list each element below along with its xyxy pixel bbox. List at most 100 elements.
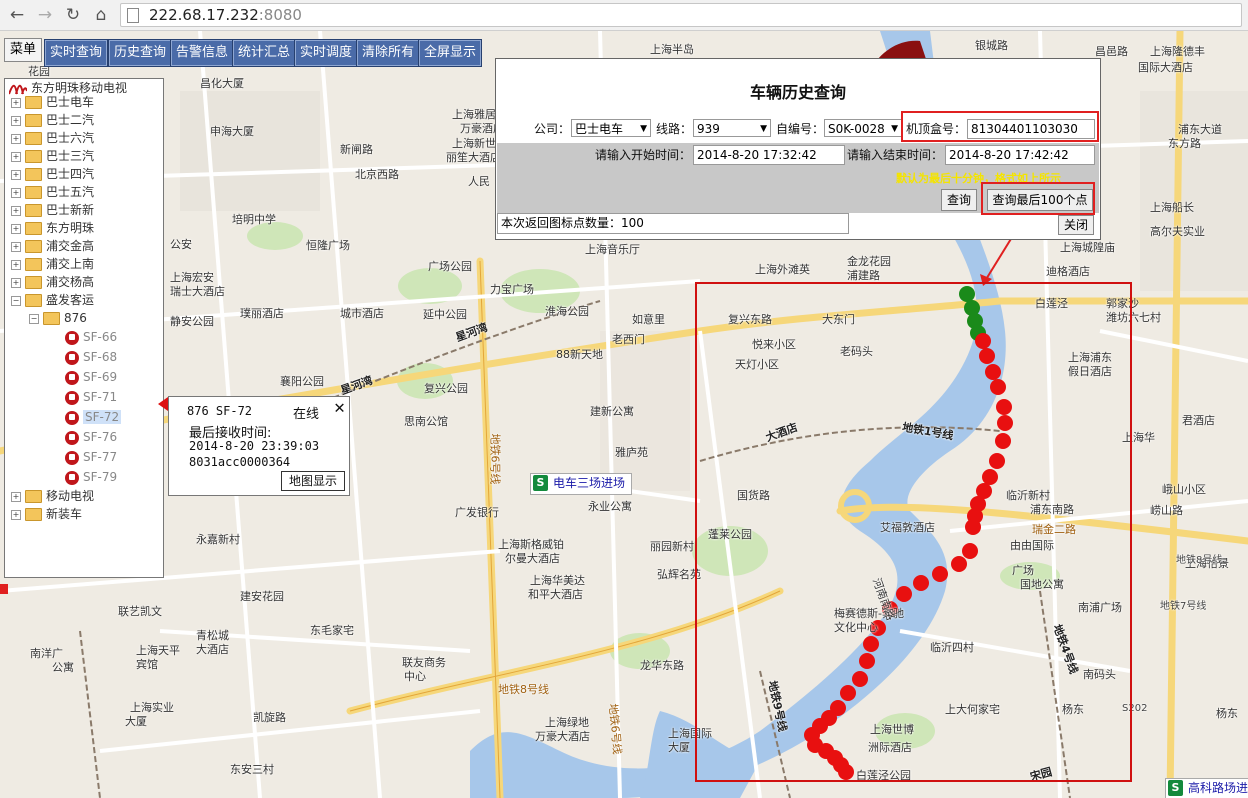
- tree-vehicle[interactable]: SF-76: [65, 428, 117, 446]
- forward-icon[interactable]: →: [34, 4, 56, 26]
- tree-group-label: 巴士新新: [46, 203, 95, 217]
- company-select[interactable]: 巴士电车 ▼: [571, 119, 651, 137]
- tree-group[interactable]: + 巴士新新: [11, 201, 94, 219]
- vehicle-label: SF-71: [83, 390, 118, 404]
- folder-icon: [25, 490, 42, 503]
- tree-group[interactable]: + 移动电视: [11, 487, 94, 505]
- expand-icon[interactable]: +: [11, 151, 21, 162]
- expand-icon[interactable]: +: [11, 509, 21, 520]
- map-label: 上海音乐厅: [585, 243, 640, 256]
- tree-group[interactable]: + 浦交金高: [11, 237, 94, 255]
- tree-group[interactable]: + 巴士五汽: [11, 183, 94, 201]
- popup-recv-time: 2014-8-20 23:39:03: [189, 439, 320, 453]
- query-button[interactable]: 查询: [941, 189, 977, 211]
- menu-button[interactable]: 菜单: [4, 38, 42, 62]
- folder-open-icon: [25, 294, 42, 307]
- expand-icon[interactable]: +: [11, 97, 21, 108]
- tree-group-label: 巴士三汽: [46, 149, 95, 163]
- line-select[interactable]: 939 ▼: [693, 119, 771, 137]
- close-button[interactable]: 关闭: [1058, 215, 1094, 235]
- folder-icon: [25, 276, 42, 289]
- statistics-button[interactable]: 统计汇总: [232, 39, 296, 67]
- expand-icon[interactable]: +: [11, 259, 21, 270]
- collapse-icon[interactable]: −: [29, 313, 39, 324]
- station-label: 高科路场进: [1188, 781, 1248, 795]
- home-icon[interactable]: ⌂: [90, 4, 112, 26]
- map-label: 宾馆: [136, 658, 158, 671]
- alarm-info-button[interactable]: 告警信息: [170, 39, 234, 67]
- expand-icon[interactable]: +: [11, 133, 21, 144]
- tree-route[interactable]: − 876: [29, 309, 87, 327]
- popup-vehicle-id: 876 SF-72: [187, 404, 253, 418]
- tree-group[interactable]: + 巴士六汽: [11, 129, 94, 147]
- tree-group[interactable]: + 巴士三汽: [11, 147, 94, 165]
- map-label: 恒隆广场: [306, 239, 350, 252]
- folder-icon: [25, 114, 42, 127]
- close-icon[interactable]: ✕: [334, 399, 345, 417]
- station-icon: S: [1168, 780, 1183, 796]
- station-marker[interactable]: S 高科路场进: [1165, 778, 1248, 798]
- tree-vehicle[interactable]: SF-66: [65, 328, 117, 346]
- history-query-dialog: 车辆历史查询 公司： 巴士电车 ▼ 线路： 939 ▼ 自编号： S0K-0028 ▼…: [495, 58, 1101, 240]
- map-label: 昌邑路: [1095, 45, 1128, 58]
- tree-group[interactable]: + 巴士电车: [11, 93, 94, 111]
- reload-icon[interactable]: ↻: [62, 4, 84, 26]
- expand-icon[interactable]: +: [11, 223, 21, 234]
- map-label: 丽园新村: [650, 540, 694, 553]
- tree-vehicle[interactable]: SF-68: [65, 348, 117, 366]
- collapse-icon[interactable]: −: [11, 295, 21, 306]
- expand-icon[interactable]: +: [11, 241, 21, 252]
- map-label: 峨山小区: [1162, 483, 1206, 496]
- folder-icon: [25, 240, 42, 253]
- folder-open-icon: [43, 312, 60, 325]
- map-label: 广场公园: [428, 260, 472, 273]
- chevron-down-icon: ▼: [640, 124, 647, 134]
- map-label: 88新天地: [556, 348, 603, 361]
- tree-vehicle[interactable]: SF-79: [65, 468, 117, 486]
- tree-group[interactable]: + 东方明珠: [11, 219, 94, 237]
- map-label: 大厦: [125, 715, 147, 728]
- folder-icon: [25, 150, 42, 163]
- tree-group[interactable]: + 新装车: [11, 505, 82, 523]
- vehicle-label: SF-69: [83, 370, 118, 384]
- expand-icon[interactable]: +: [11, 115, 21, 126]
- line-label: 线路：: [656, 122, 693, 136]
- expand-icon[interactable]: +: [11, 169, 21, 180]
- map-label: 上海隆德丰: [1150, 45, 1205, 58]
- tree-group[interactable]: + 巴士四汽: [11, 165, 94, 183]
- end-time-input[interactable]: 2014-8-20 17:42:42: [945, 145, 1095, 165]
- vehicle-label: SF-72: [83, 410, 122, 424]
- tree-group-expanded[interactable]: − 盛发客运: [11, 291, 94, 309]
- fullscreen-button[interactable]: 全屏显示: [418, 39, 482, 67]
- history-query-button[interactable]: 历史查询: [108, 39, 172, 67]
- back-icon[interactable]: ←: [6, 4, 28, 26]
- map-label: 和平大酒店: [528, 588, 583, 601]
- tree-vehicle-selected[interactable]: SF-72: [65, 408, 122, 426]
- returned-count-field: 本次返回图标点数量：100: [497, 213, 849, 234]
- map-label: 复兴公园: [424, 382, 468, 395]
- expand-icon[interactable]: +: [11, 491, 21, 502]
- address-bar[interactable]: 222.68.17.232:8080: [120, 3, 1242, 27]
- dispatch-button[interactable]: 实时调度: [294, 39, 358, 67]
- start-time-input[interactable]: 2014-8-20 17:32:42: [693, 145, 845, 165]
- expand-icon[interactable]: +: [11, 187, 21, 198]
- tree-group[interactable]: + 浦交上南: [11, 255, 94, 273]
- map-label: 人民: [468, 175, 490, 188]
- map-label: 北京西路: [355, 168, 399, 181]
- expand-icon[interactable]: +: [11, 277, 21, 288]
- clear-all-button[interactable]: 清除所有: [356, 39, 420, 67]
- realtime-query-button[interactable]: 实时查询: [44, 39, 108, 67]
- tree-group[interactable]: + 浦交杨高: [11, 273, 94, 291]
- selfno-select[interactable]: S0K-0028 ▼: [824, 119, 902, 137]
- map-marker[interactable]: [0, 584, 8, 594]
- tree-vehicle[interactable]: SF-71: [65, 388, 117, 406]
- start-time-label: 请输入开始时间：: [595, 148, 692, 162]
- tree-vehicle[interactable]: SF-69: [65, 368, 117, 386]
- tree-group[interactable]: + 巴士二汽: [11, 111, 94, 129]
- map-label: 昌化大厦: [200, 77, 244, 90]
- map-display-button[interactable]: 地图显示: [281, 471, 345, 491]
- bus-icon: [65, 350, 79, 365]
- expand-icon[interactable]: +: [11, 205, 21, 216]
- tree-vehicle[interactable]: SF-77: [65, 448, 117, 466]
- station-marker[interactable]: S 电车三场进场: [530, 473, 633, 495]
